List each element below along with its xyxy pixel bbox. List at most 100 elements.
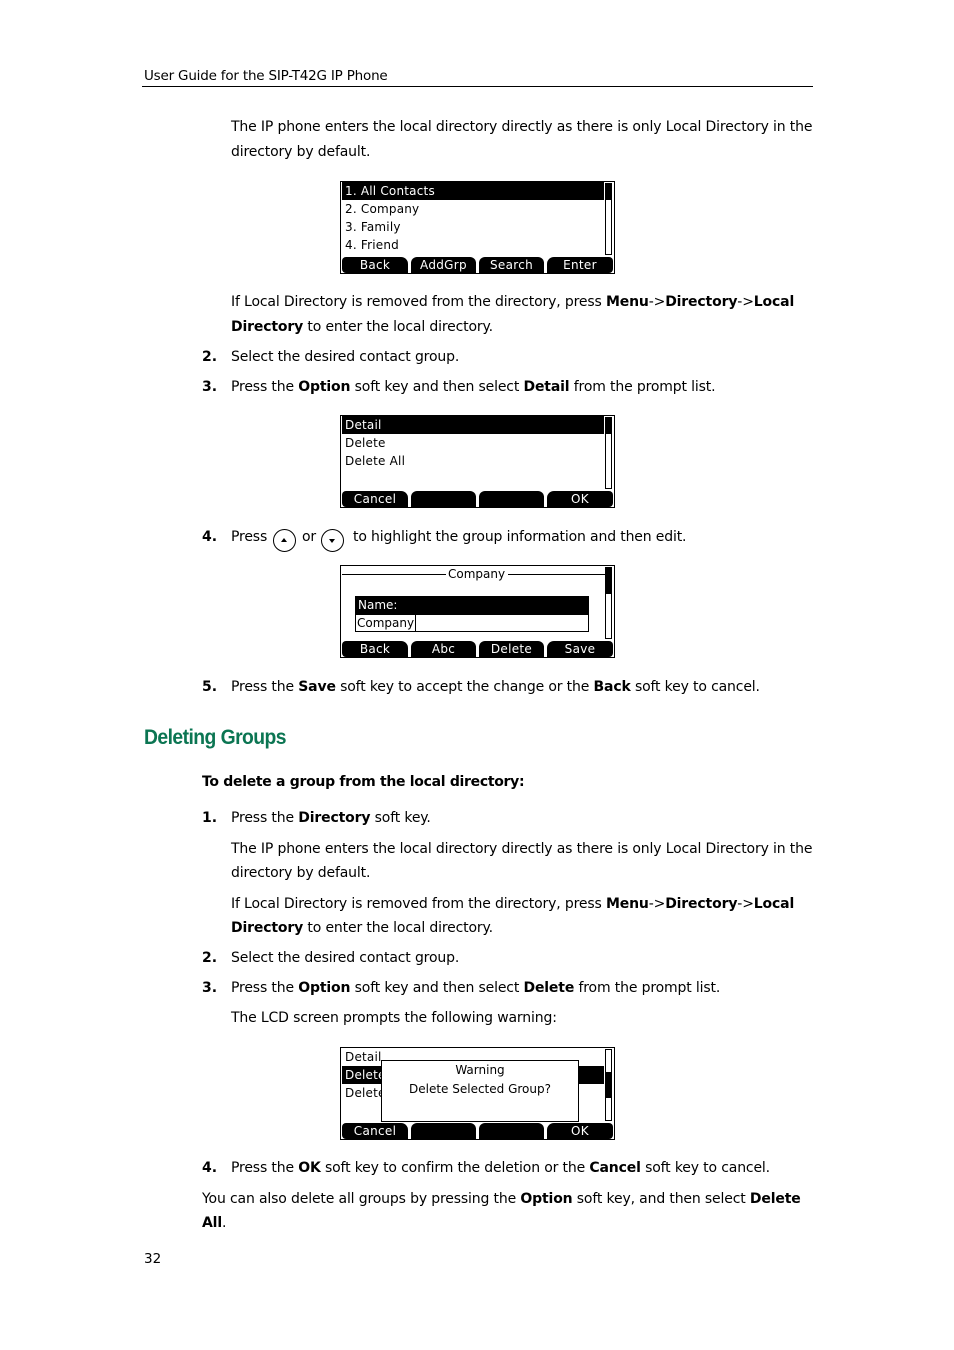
softkey-empty [479, 1123, 544, 1139]
softkey-abc: Abc [411, 641, 476, 657]
option-name: Delete [523, 980, 575, 996]
option-name: Detail [523, 379, 570, 395]
lcd-list-item: 2. Company [345, 202, 420, 216]
section-heading: Deleting Groups [144, 726, 287, 749]
text: to enter the local directory. [303, 319, 493, 335]
step-number: 4. [202, 529, 218, 545]
step-number: 5. [202, 679, 218, 695]
step-text: Press the Option soft key and then selec… [231, 375, 716, 400]
softkey-name: OK [298, 1160, 321, 1176]
lcd-scroll-thumb [606, 568, 611, 594]
text: to enter the local directory. [303, 920, 493, 936]
lcd-warning-screen: Detail Delete Delete Warning Delete Sele… [340, 1047, 615, 1140]
menu-path-directory: Directory [231, 319, 304, 335]
running-header: User Guide for the SIP-T42G IP Phone [144, 68, 388, 84]
softkey-empty [411, 1123, 476, 1139]
paragraph: The LCD screen prompts the following war… [231, 1010, 557, 1026]
step-text: Press the Save soft key to accept the ch… [231, 675, 760, 700]
dialog-message: Delete Selected Group? [409, 1082, 551, 1096]
step-text-or: or [302, 529, 317, 545]
text: soft key to cancel. [630, 679, 760, 695]
softkey-name: Save [298, 679, 336, 695]
text: soft key to confirm the deletion or the [320, 1160, 590, 1176]
name-field-value: Company [357, 615, 417, 631]
lcd-scroll-thumb [606, 184, 611, 200]
menu-path-directory: Directory [665, 294, 738, 310]
step-number: 4. [202, 1160, 218, 1176]
lcd-softkeys: Back Abc Delete Save [341, 640, 614, 657]
softkey-empty [411, 491, 476, 507]
menu-path-menu: Menu [605, 896, 649, 912]
text: Press the [231, 810, 299, 826]
up-arrow-key-icon [273, 529, 296, 552]
softkey-back: Back [342, 257, 408, 273]
menu-path-menu: Menu [605, 294, 649, 310]
text: Press the [231, 1160, 299, 1176]
menu-path-directory: Directory [231, 920, 304, 936]
text: soft key and then select [350, 980, 524, 996]
menu-path-local: Local [753, 294, 795, 310]
paragraph: You can also delete all groups by pressi… [202, 1187, 801, 1212]
softkey-ok: OK [547, 491, 613, 507]
warning-dialog: Warning Delete Selected Group? [381, 1060, 579, 1122]
text: -> [737, 294, 754, 310]
dialog-title: Warning [455, 1063, 505, 1077]
text: . [221, 1215, 227, 1231]
text: If Local Directory is removed from the d… [231, 294, 606, 310]
step-text: Press the OK soft key to confirm the del… [231, 1156, 770, 1181]
step-text: to highlight the group information and t… [353, 529, 687, 545]
softkey-ok: OK [547, 1123, 613, 1139]
softkey-name: Back [593, 679, 631, 695]
lcd-scrollbar [605, 1049, 612, 1121]
lcd-list-item: 4. Friend [345, 238, 399, 252]
menu-path-local: Local [753, 896, 795, 912]
lcd-directory-screen: 1. All Contacts 2. Company 3. Family 4. … [340, 181, 615, 274]
header-rule [142, 86, 813, 87]
text: -> [737, 896, 754, 912]
menu-path-directory: Directory [665, 896, 738, 912]
step-number: 1. [202, 810, 218, 826]
text: soft key to cancel. [640, 1160, 770, 1176]
softkey-search: Search [479, 257, 544, 273]
lcd-list-item: Delete [345, 436, 386, 450]
text: soft key to accept the change or the [335, 679, 594, 695]
lcd-scrollbar [605, 417, 612, 489]
paragraph: Directory to enter the local directory. [231, 315, 493, 340]
lcd-scrollbar [605, 567, 612, 639]
lcd-softkeys: Back AddGrp Search Enter [341, 256, 614, 273]
lcd-title: Company [448, 567, 506, 581]
text: If Local Directory is removed from the d… [231, 896, 606, 912]
lcd-scroll-thumb [606, 418, 611, 434]
paragraph: directory by default. [231, 865, 371, 881]
text: -> [648, 294, 666, 310]
procedure-heading: To delete a group from the local directo… [202, 774, 525, 790]
text: soft key and then select [350, 379, 524, 395]
lcd-list-item: 1. All Contacts [342, 182, 604, 200]
softkey-save: Save [547, 641, 613, 657]
title-rule [342, 574, 446, 575]
step-text: Select the desired contact group. [231, 950, 460, 966]
softkey-name: Directory [298, 810, 371, 826]
down-arrow-key-icon [321, 529, 344, 552]
paragraph: The IP phone enters the local directory … [231, 841, 813, 857]
softkey-enter: Enter [547, 257, 613, 273]
page-number: 32 [144, 1251, 162, 1267]
softkey-name: Cancel [589, 1160, 641, 1176]
step-text: Select the desired contact group. [231, 349, 460, 365]
lcd-options-screen: Detail Delete Delete All Cancel OK [340, 415, 615, 508]
lcd-list-item: Delete All [345, 454, 406, 468]
text: You can also delete all groups by pressi… [202, 1191, 521, 1207]
lcd-softkeys: Cancel OK [341, 490, 614, 507]
option-name: All [202, 1215, 222, 1231]
step-text: Press the Directory soft key. [231, 806, 431, 831]
text: from the prompt list. [569, 379, 716, 395]
text: soft key. [370, 810, 431, 826]
step-text-press: Press [231, 529, 268, 545]
softkey-back: Back [342, 641, 408, 657]
text: -> [648, 896, 666, 912]
lcd-list-item: Detail [342, 416, 604, 434]
softkey-empty [479, 491, 544, 507]
lcd-scroll-thumb [606, 1072, 611, 1098]
step-number: 3. [202, 980, 218, 996]
option-name: Delete [749, 1191, 801, 1207]
